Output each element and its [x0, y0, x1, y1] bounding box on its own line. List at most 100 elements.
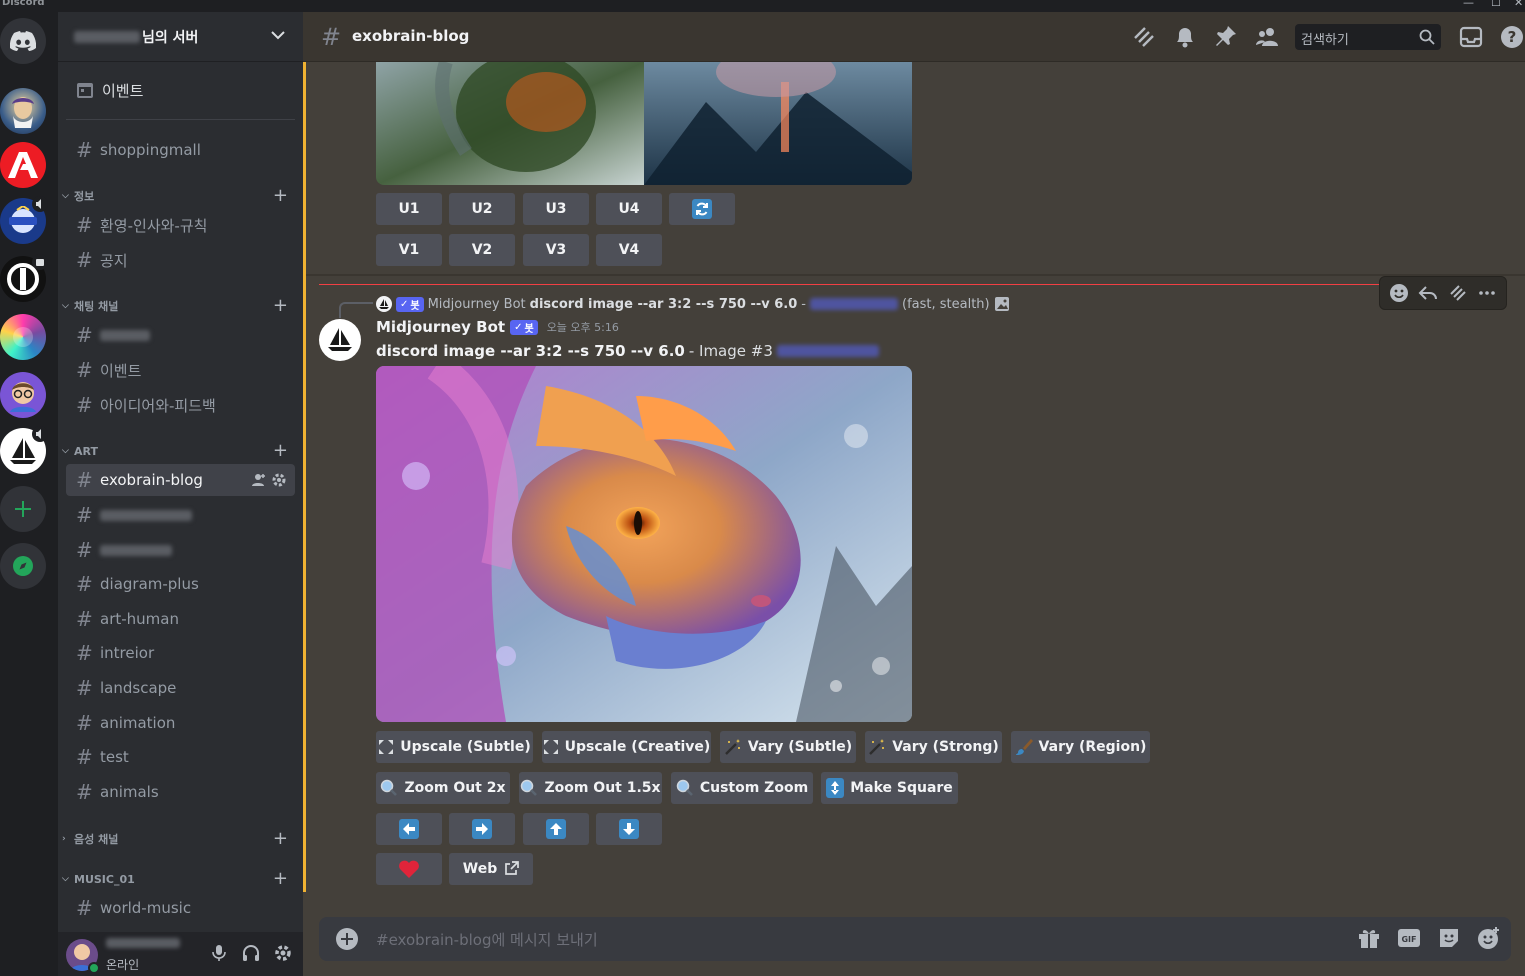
threads-icon[interactable]	[1131, 24, 1157, 50]
reroll-button[interactable]	[669, 193, 735, 225]
variation-button-2[interactable]: V2	[449, 234, 515, 266]
pan-down-button[interactable]	[596, 813, 662, 845]
server-icon-1[interactable]	[0, 88, 46, 134]
server-icon-5[interactable]	[0, 314, 46, 360]
upscale-button-2[interactable]: U2	[449, 193, 515, 225]
channel-blurred-1[interactable]: #	[66, 319, 295, 351]
maximize-button[interactable]: ☐	[1491, 0, 1501, 9]
vary-region-button[interactable]: Vary (Region)	[1011, 731, 1150, 763]
channel-landscape[interactable]: # landscape	[66, 672, 295, 704]
add-channel-icon[interactable]: +	[273, 440, 288, 461]
channel-ideas[interactable]: # 아이디어와-피드백	[66, 389, 295, 421]
channel-welcome[interactable]: # 환영-인사와-규칙	[66, 209, 295, 241]
add-channel-icon[interactable]: +	[273, 868, 288, 889]
sailboat-icon	[379, 299, 389, 309]
orb-icon	[13, 327, 33, 347]
category-info[interactable]: ⌵ 정보 +	[62, 185, 294, 206]
gear-icon[interactable]	[271, 472, 287, 488]
chevron-down-icon	[271, 31, 285, 40]
channel-world-music[interactable]: # world-music	[66, 892, 295, 924]
channel-animation[interactable]: # animation	[66, 707, 295, 739]
zoom-out-1-5x-button[interactable]: Zoom Out 1.5x	[519, 772, 662, 804]
zoom-out-2x-button[interactable]: Zoom Out 2x	[376, 772, 510, 804]
pin-icon[interactable]	[1214, 24, 1238, 50]
vary-strong-button[interactable]: Vary (Strong)	[865, 731, 1002, 763]
variation-button-3[interactable]: V3	[523, 234, 589, 266]
generated-image-dragon[interactable]	[376, 366, 912, 722]
previous-generated-image[interactable]	[376, 62, 912, 185]
add-reaction-icon[interactable]	[1388, 282, 1410, 304]
gift-icon[interactable]	[1357, 926, 1381, 950]
dragon-image	[376, 366, 912, 722]
more-options-icon[interactable]	[1476, 282, 1498, 304]
message-composer[interactable]: #exobrain-blog에 메시지 보내기 GIF	[319, 917, 1511, 961]
category-music[interactable]: ⌵ MUSIC_01 +	[62, 868, 294, 889]
upscale-button-4[interactable]: U4	[596, 193, 662, 225]
channel-test[interactable]: # test	[66, 741, 295, 773]
channel-events[interactable]: # 이벤트	[66, 354, 295, 386]
inbox-icon[interactable]	[1459, 25, 1483, 49]
reply-reference[interactable]: ✓ 봇 Midjourney Bot discord image --ar 3:2…	[376, 295, 1010, 313]
server-icon-7[interactable]	[0, 426, 48, 474]
channel-blurred-2[interactable]: #	[66, 499, 295, 531]
channel-shoppingmall[interactable]: # shoppingmall	[66, 134, 295, 166]
server-header[interactable]: 님의 서버	[58, 12, 303, 62]
reply-icon[interactable]	[1417, 282, 1439, 304]
channel-art-human[interactable]: # art-human	[66, 603, 295, 635]
emoji-icon[interactable]	[1477, 926, 1501, 950]
category-chat[interactable]: ⌵ 채팅 채널 +	[62, 295, 294, 316]
variation-button-1[interactable]: V1	[376, 234, 442, 266]
custom-zoom-button[interactable]: Custom Zoom	[671, 772, 813, 804]
web-link-button[interactable]: Web	[449, 853, 533, 885]
vary-subtle-button[interactable]: Vary (Subtle)	[720, 731, 856, 763]
channel-exobrain-blog[interactable]: # exobrain-blog	[66, 464, 295, 496]
channel-diagram-plus[interactable]: # diagram-plus	[66, 568, 295, 600]
variation-button-4[interactable]: V4	[596, 234, 662, 266]
bell-icon[interactable]	[1173, 24, 1197, 50]
make-square-button[interactable]: Make Square	[821, 772, 958, 804]
invite-user-icon[interactable]	[251, 472, 267, 488]
favorite-button[interactable]	[376, 853, 442, 885]
headphones-icon[interactable]	[241, 943, 261, 963]
avatar[interactable]	[319, 319, 361, 361]
hash-icon: #	[76, 676, 93, 700]
members-icon[interactable]	[1255, 24, 1281, 50]
add-channel-icon[interactable]: +	[273, 295, 288, 316]
discover-button[interactable]	[0, 543, 46, 589]
microphone-icon[interactable]	[209, 943, 229, 963]
create-thread-icon[interactable]	[1447, 282, 1469, 304]
channel-notice[interactable]: # 공지	[66, 244, 295, 276]
message-author[interactable]: Midjourney Bot	[376, 318, 505, 336]
heart-icon	[399, 860, 419, 878]
settings-gear-icon[interactable]	[273, 943, 293, 963]
upscale-button-3[interactable]: U3	[523, 193, 589, 225]
category-voice[interactable]: › 음성 채널 +	[62, 828, 294, 849]
add-channel-icon[interactable]: +	[273, 185, 288, 206]
home-button[interactable]	[0, 18, 46, 64]
server-icon-3[interactable]	[0, 196, 48, 244]
pan-left-button[interactable]	[376, 813, 442, 845]
search-input[interactable]: 검색하기	[1295, 24, 1441, 50]
add-channel-icon[interactable]: +	[273, 828, 288, 849]
help-icon[interactable]: ?	[1499, 24, 1525, 50]
channel-animals[interactable]: # animals	[66, 776, 295, 808]
upscale-button-1[interactable]: U1	[376, 193, 442, 225]
gif-icon[interactable]: GIF	[1397, 926, 1421, 950]
events-link[interactable]: 이벤트	[66, 74, 295, 106]
server-icon-2[interactable]	[0, 142, 46, 188]
upscale-creative-button[interactable]: Upscale (Creative)	[542, 731, 711, 763]
close-button[interactable]: ✕	[1514, 0, 1523, 9]
minimize-button[interactable]: —	[1463, 0, 1474, 9]
bot-tag: ✓ 봇	[510, 319, 538, 335]
upscale-subtle-button[interactable]: Upscale (Subtle)	[376, 731, 533, 763]
server-icon-4[interactable]	[0, 254, 48, 302]
pan-right-button[interactable]	[449, 813, 515, 845]
pan-up-button[interactable]	[523, 813, 589, 845]
channel-blurred-3[interactable]: #	[66, 534, 295, 566]
channel-intreior[interactable]: # intreior	[66, 637, 295, 669]
add-server-button[interactable]	[0, 486, 46, 532]
category-art[interactable]: ⌵ ART +	[62, 440, 294, 461]
sticker-icon[interactable]	[1437, 926, 1461, 950]
add-attachment-icon[interactable]	[335, 927, 359, 951]
server-icon-6[interactable]	[0, 372, 46, 418]
